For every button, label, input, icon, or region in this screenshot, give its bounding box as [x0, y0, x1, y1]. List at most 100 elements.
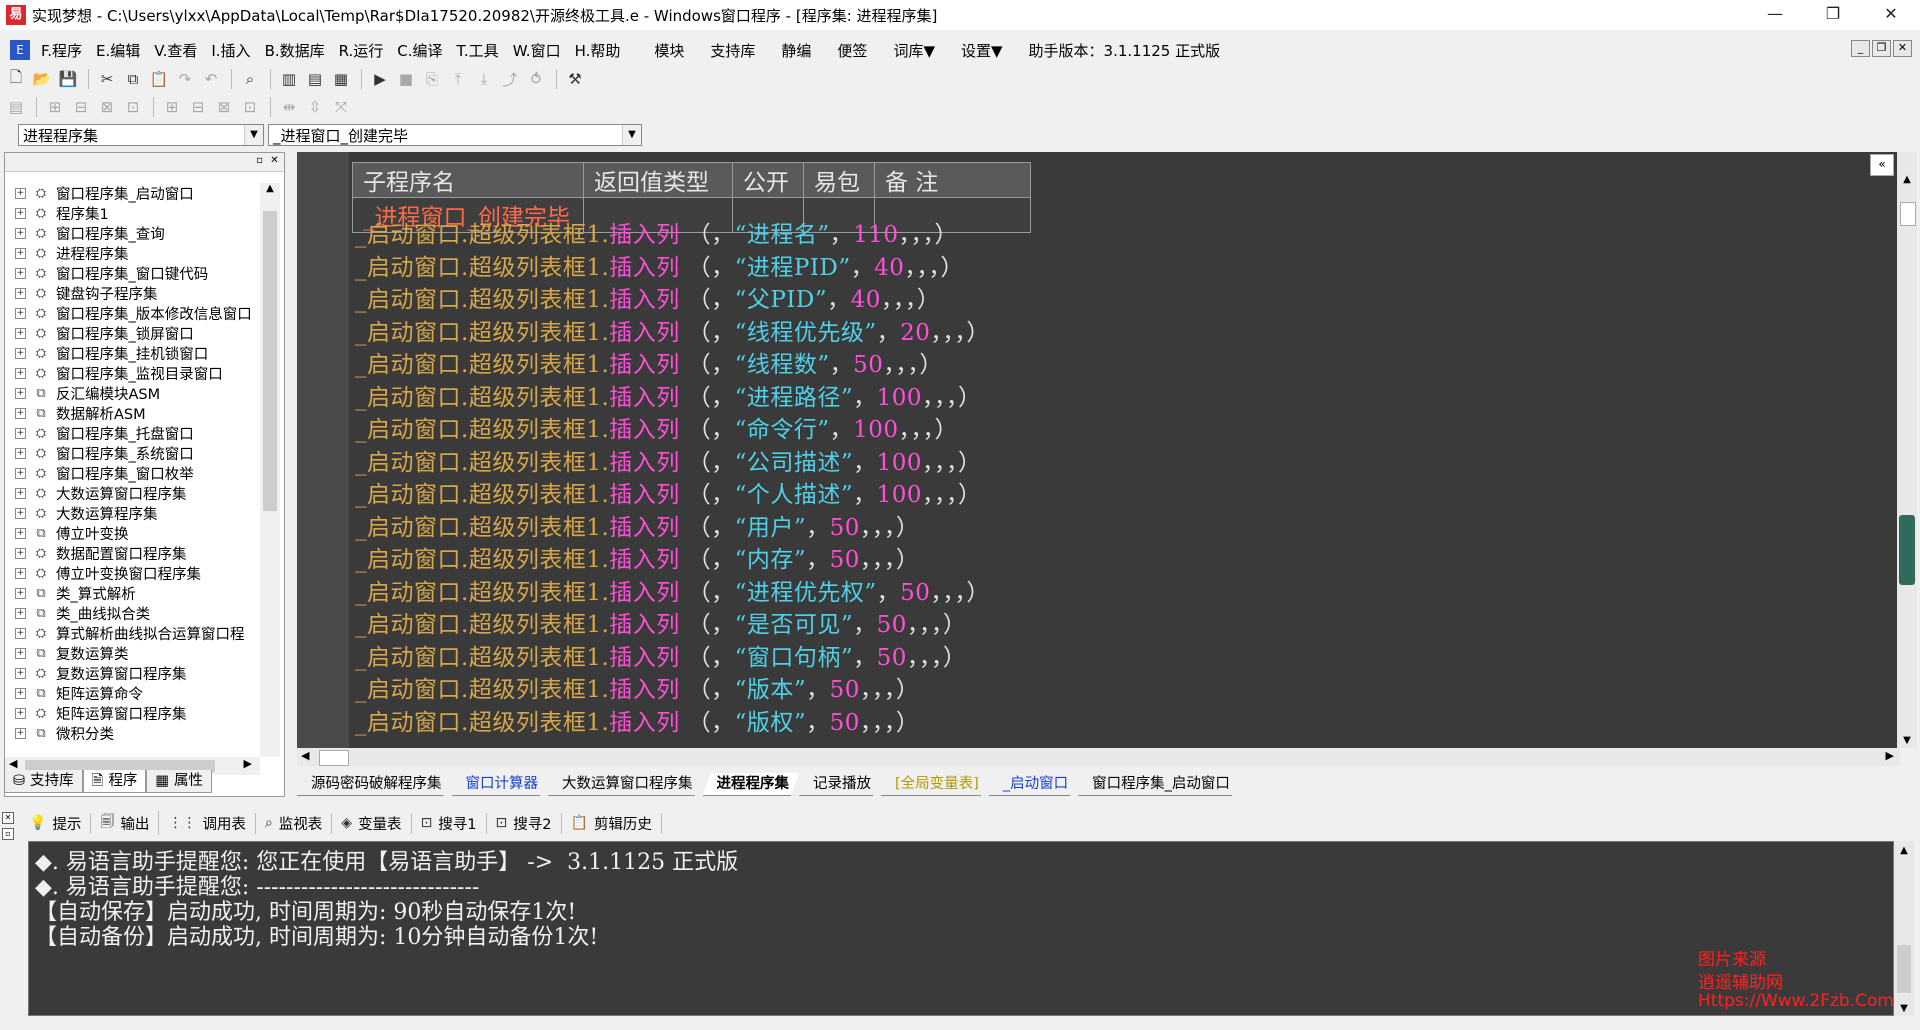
expand-icon[interactable]: +: [15, 367, 26, 379]
expand-icon[interactable]: +: [15, 707, 26, 719]
space-h-icon[interactable]: ⇹: [277, 96, 301, 118]
menu-run[interactable]: R.运行: [332, 40, 391, 61]
pane-close-icon[interactable]: ✕: [268, 155, 281, 168]
align-6-icon[interactable]: ⊞: [160, 96, 184, 118]
code-line[interactable]: _启动窗口.超级列表框1.插入列 （，“进程路径”，100，，，）: [355, 378, 982, 412]
align-8-icon[interactable]: ⊠: [212, 96, 236, 118]
new-file-icon[interactable]: 🗋: [4, 68, 28, 90]
menu-database[interactable]: B.数据库: [258, 40, 332, 61]
output-tab[interactable]: ⊡ 搜寻1: [412, 812, 487, 834]
tree-item[interactable]: + ⛭ 窗口程序集_系统窗口: [5, 443, 260, 463]
align-4-icon[interactable]: ⊠: [95, 96, 119, 118]
tree-item[interactable]: + ⛭ 窗口程序集_启动窗口: [5, 183, 260, 203]
copy-icon[interactable]: ⧉: [121, 68, 145, 90]
expand-icon[interactable]: +: [15, 727, 26, 739]
chevron-down-icon[interactable]: ▼: [622, 125, 641, 145]
tree-item[interactable]: + ⛭ 窗口程序集_窗口键代码: [5, 263, 260, 283]
space-v-icon[interactable]: ⇳: [303, 96, 327, 118]
code-line[interactable]: _启动窗口.超级列表框1.插入列 （，“用户”，50，，，）: [355, 508, 919, 542]
tree-item[interactable]: + ⛭ 大数运算程序集: [5, 503, 260, 523]
open-folder-icon[interactable]: 📂: [30, 68, 54, 90]
scroll-right-icon[interactable]: ▶: [244, 757, 252, 770]
mdi-minimize-button[interactable]: _: [1851, 40, 1870, 57]
expand-icon[interactable]: +: [15, 207, 26, 219]
scroll-up-icon[interactable]: ▲: [260, 183, 280, 194]
tree-item[interactable]: + ⛭ 窗口程序集_窗口枚举: [5, 463, 260, 483]
expand-icon[interactable]: +: [15, 427, 26, 439]
tree-vscrollbar[interactable]: ▲: [260, 183, 280, 757]
expand-icon[interactable]: +: [15, 347, 26, 359]
code-line[interactable]: _启动窗口.超级列表框1.插入列 （，“版本”，50，，，）: [355, 670, 919, 704]
output-tab[interactable]: 📋 剪辑历史: [562, 812, 662, 834]
expand-icon[interactable]: +: [15, 227, 26, 239]
editor-tab[interactable]: 源码密码破解程序集: [297, 773, 452, 796]
menu-window[interactable]: W.窗口: [506, 40, 568, 61]
code-line[interactable]: _启动窗口.超级列表框1.插入列 （，“线程优先级”，20，，，）: [355, 313, 990, 347]
align-1-icon[interactable]: ▤: [4, 96, 28, 118]
scroll-up-icon[interactable]: ▲: [1897, 174, 1917, 185]
mdi-restore-button[interactable]: ❐: [1872, 40, 1891, 57]
scroll-down-icon[interactable]: ▼: [1894, 1003, 1914, 1014]
editor-tab[interactable]: 大数运算窗口程序集: [548, 773, 703, 796]
editor-tab[interactable]: 窗口程序集_启动窗口: [1078, 773, 1240, 796]
menu-program[interactable]: F.程序: [34, 40, 89, 61]
pane-restore-icon[interactable]: ▫: [253, 155, 266, 168]
redo-icon[interactable]: ↷: [173, 68, 197, 90]
scroll-up-icon[interactable]: ▲: [1894, 845, 1914, 856]
scroll-left-icon[interactable]: ◀: [9, 757, 17, 770]
scroll-right-icon[interactable]: ▶: [1886, 749, 1894, 762]
code-editor[interactable]: 子程序名 返回值类型 公开 易包 备 注 _进程窗口_创建完毕 _启动窗口.超级…: [297, 152, 1900, 750]
tree-item[interactable]: + ⛭ 复数运算窗口程序集: [5, 663, 260, 683]
expand-icon[interactable]: +: [15, 667, 26, 679]
expand-icon[interactable]: +: [15, 607, 26, 619]
step-into-icon[interactable]: ⤒: [446, 68, 470, 90]
output-tab[interactable]: ⋮⋮ 调用表: [159, 812, 256, 834]
minimize-button[interactable]: —: [1746, 0, 1804, 30]
expand-icon[interactable]: +: [15, 307, 26, 319]
tree-item[interactable]: + ⛭ 程序集1: [5, 203, 260, 223]
layout-1-icon[interactable]: ▥: [277, 68, 301, 90]
editor-tab[interactable]: _启动窗口: [989, 773, 1078, 796]
tree-item[interactable]: + ⛭ 数据配置窗口程序集: [5, 543, 260, 563]
output-panel[interactable]: ◆. 易语言助手提醒您: 您正在使用【易语言助手】 -> 3.1.1125 正式…: [28, 841, 1894, 1016]
assembly-combo[interactable]: 进程程序集 ▼: [18, 124, 264, 146]
output-tab[interactable]: ◈ 变量表: [332, 812, 412, 834]
menu-support-lib[interactable]: 支持库: [697, 40, 768, 61]
collapse-pane-icon[interactable]: «: [1870, 154, 1894, 176]
align-5-icon[interactable]: ⊡: [121, 96, 145, 118]
expand-icon[interactable]: +: [15, 187, 26, 199]
restore-button[interactable]: ❐: [1804, 0, 1862, 30]
tree-item[interactable]: + ⛭ 窗口程序集_监视目录窗口: [5, 363, 260, 383]
tree-item[interactable]: + ⛭ 键盘钩子程序集: [5, 283, 260, 303]
chevron-down-icon[interactable]: ▼: [244, 125, 263, 145]
align-2-icon[interactable]: ⊞: [43, 96, 67, 118]
panel-close-icon[interactable]: ✕: [2, 812, 14, 824]
space-both-icon[interactable]: ⤧: [329, 96, 353, 118]
expand-icon[interactable]: +: [15, 247, 26, 259]
menu-static-compile[interactable]: 静编: [768, 40, 824, 61]
expand-icon[interactable]: +: [15, 507, 26, 519]
tree-item[interactable]: + ⛭ 窗口程序集_版本修改信息窗口: [5, 303, 260, 323]
code-line[interactable]: _启动窗口.超级列表框1.插入列 （，“进程PID”，40，，，）: [355, 248, 964, 282]
scroll-left-icon[interactable]: ◀: [301, 749, 309, 762]
mdi-close-button[interactable]: ✕: [1893, 40, 1912, 57]
tree-item[interactable]: + ⛭ 矩阵运算窗口程序集: [5, 703, 260, 723]
tree-item[interactable]: + ⛭ 进程程序集: [5, 243, 260, 263]
editor-hscroll-thumb[interactable]: [319, 750, 349, 766]
code-line[interactable]: _启动窗口.超级列表框1.插入列 （，“版权”，50，，，）: [355, 703, 919, 737]
step-icon[interactable]: ⎘: [420, 68, 444, 90]
output-tab[interactable]: 🗐 输出: [91, 811, 160, 835]
output-vscrollbar[interactable]: ▲ ▼: [1894, 841, 1914, 1016]
tree-item[interactable]: + ⛭ 窗口程序集_锁屏窗口: [5, 323, 260, 343]
close-button[interactable]: ✕: [1862, 0, 1920, 30]
paste-icon[interactable]: 📋: [147, 68, 171, 90]
subroutine-combo[interactable]: _进程窗口_创建完毕 ▼: [268, 124, 642, 146]
step-out-icon[interactable]: ⤴: [498, 68, 522, 90]
menu-edit[interactable]: E.编辑: [89, 40, 147, 61]
align-7-icon[interactable]: ⊟: [186, 96, 210, 118]
debug-tool-icon[interactable]: ⚒: [563, 68, 587, 90]
expand-icon[interactable]: +: [15, 687, 26, 699]
stop-icon[interactable]: ■: [394, 68, 418, 90]
expand-icon[interactable]: +: [15, 447, 26, 459]
editor-scroll-marker[interactable]: [1899, 515, 1915, 585]
